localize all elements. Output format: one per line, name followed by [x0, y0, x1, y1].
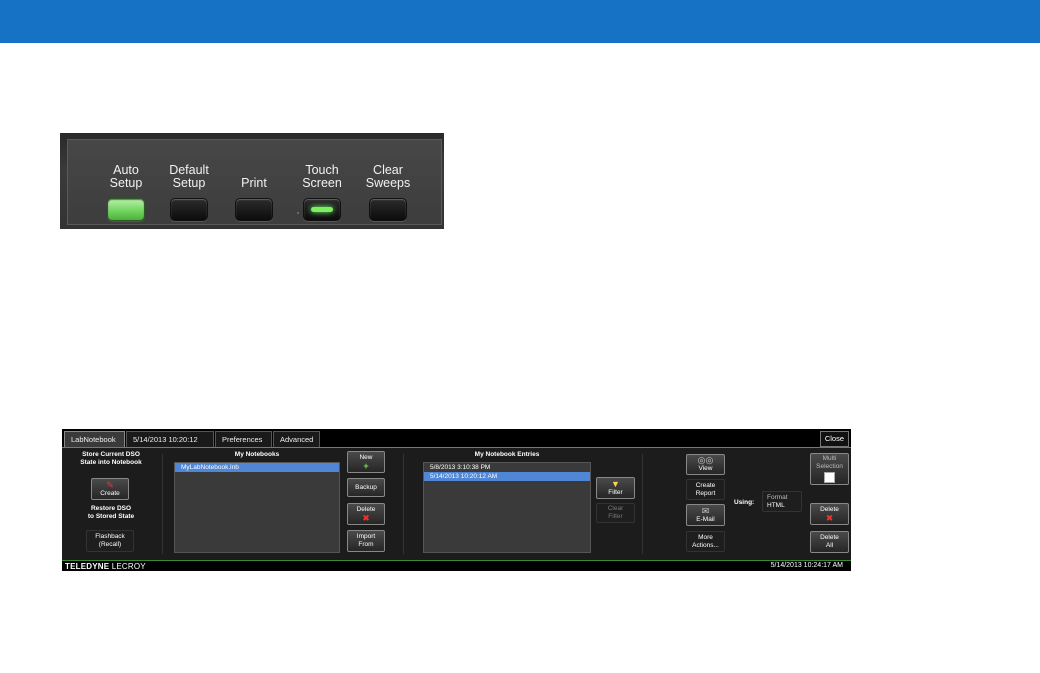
default-setup-key[interactable]	[170, 198, 208, 221]
tab-advanced[interactable]: Advanced	[273, 431, 320, 447]
store-header: Store Current DSO State into Notebook	[80, 451, 142, 466]
default-setup-button[interactable]: Default Setup	[154, 140, 224, 221]
delete-all-button[interactable]: Delete All	[810, 531, 849, 553]
divider	[162, 454, 163, 554]
divider	[642, 454, 643, 554]
delete-notebook-button[interactable]: Delete ✖	[347, 503, 385, 525]
clear-sweeps-key[interactable]	[369, 198, 407, 221]
dialog-body: Store Current DSO State into Notebook ✎ C…	[62, 447, 851, 562]
create-button[interactable]: ✎ Create	[91, 478, 129, 500]
entries-header: My Notebook Entries	[474, 451, 540, 458]
status-bar: TELEDYNE LECROY 5/14/2013 10:24:17 AM	[62, 560, 851, 571]
tab-preferences[interactable]: Preferences	[215, 431, 272, 447]
multi-selection-checkbox[interactable]	[824, 472, 835, 483]
delete-x-icon: ✖	[362, 512, 370, 523]
list-item[interactable]: MyLabNotebook.lnb	[175, 463, 339, 472]
flashback-button[interactable]: Flashback (Recall)	[86, 530, 134, 552]
using-label: Using:	[734, 499, 755, 506]
email-button[interactable]: ✉ E-Mail	[686, 504, 725, 526]
front-panel-photo: Auto Setup Default Setup Print Touch Screen…	[60, 133, 444, 229]
notebooks-list[interactable]: MyLabNotebook.lnb	[174, 462, 340, 553]
clear-sweeps-label: Clear Sweeps	[365, 163, 411, 190]
glasses-icon: ◎◎	[697, 455, 714, 465]
delete-entry-button[interactable]: Delete ✖	[810, 503, 849, 525]
touch-screen-key[interactable]	[303, 198, 341, 221]
touch-screen-label: Touch Screen	[302, 163, 342, 190]
more-actions-button[interactable]: More Actions...	[686, 531, 725, 552]
tab-labnotebook[interactable]: LabNotebook	[64, 431, 125, 447]
clear-filter-button[interactable]: Clear Filter	[596, 503, 635, 523]
tab-bar: LabNotebook 5/14/2013 10:20:12 AM Prefer…	[62, 429, 851, 460]
list-item[interactable]: 5/8/2013 3:10:38 PM	[424, 463, 590, 472]
backup-button[interactable]: Backup	[347, 478, 385, 497]
view-button[interactable]: ◎◎ View	[686, 454, 725, 475]
auto-setup-button[interactable]: Auto Setup	[91, 140, 161, 221]
email-icon: ✉	[701, 505, 710, 516]
notebooks-header: My Notebooks	[234, 451, 280, 458]
notebook-create-icon: ✎	[106, 479, 114, 490]
tab-entry[interactable]: 5/14/2013 10:20:12 AM	[126, 431, 214, 460]
filter-button[interactable]: ▼ Filter	[596, 477, 635, 499]
list-item[interactable]: 5/14/2013 10:20:12 AM	[424, 472, 590, 481]
restore-header: Restore DSO to Stored State	[87, 505, 135, 520]
front-panel-bezel: Auto Setup Default Setup Print Touch Screen…	[67, 139, 442, 225]
auto-setup-label: Auto Setup	[109, 163, 143, 190]
clear-sweeps-button[interactable]: Clear Sweeps	[353, 140, 423, 221]
labnotebook-dialog: LabNotebook 5/14/2013 10:20:12 AM Prefer…	[62, 429, 851, 571]
divider	[403, 454, 404, 554]
import-from-button[interactable]: Import From	[347, 530, 385, 552]
top-banner	[0, 0, 1040, 43]
format-selector[interactable]: Format HTML	[762, 491, 802, 512]
print-key[interactable]	[235, 198, 273, 221]
plus-icon: +	[363, 460, 369, 471]
teledyne-lecroy-logo: TELEDYNE LECROY	[65, 562, 146, 571]
delete-x-icon: ✖	[825, 512, 834, 523]
funnel-icon: ▼	[611, 478, 620, 489]
clock: 5/14/2013 10:24:17 AM	[770, 562, 843, 569]
print-label: Print	[241, 176, 267, 190]
touch-screen-button[interactable]: Touch Screen	[287, 140, 357, 221]
entries-list[interactable]: 5/8/2013 3:10:38 PM 5/14/2013 10:20:12 A…	[423, 462, 591, 553]
new-button[interactable]: New +	[347, 451, 385, 473]
print-button[interactable]: Print	[219, 140, 289, 221]
multi-selection-toggle[interactable]: Multi Selection	[810, 453, 849, 485]
auto-setup-key[interactable]	[107, 198, 145, 221]
create-report-button[interactable]: Create Report	[686, 479, 725, 500]
default-setup-label: Default Setup	[169, 163, 209, 190]
close-button[interactable]: Close	[819, 431, 849, 447]
